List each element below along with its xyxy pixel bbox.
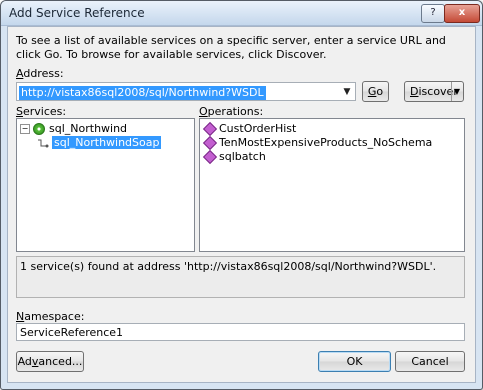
operations-label-text: perations: [207,105,264,118]
tree-item-label: sql_Northwind [49,122,128,135]
operation-label: CustOrderHist [219,122,297,135]
method-icon [202,149,218,165]
operations-label: Operations: [199,105,263,118]
method-icon [202,121,218,137]
operation-item[interactable]: sqlbatch [202,149,266,165]
advanced-button-label-b: anced... [38,355,83,368]
chevron-down-icon[interactable]: ▼ [340,84,354,100]
instructions-text: To see a list of available services on a… [16,34,446,61]
ok-button[interactable]: OK [318,351,391,372]
operation-label: TenMostExpensiveProducts_NoSchema [219,136,433,149]
title-bar[interactable]: Add Service Reference ? x [1,1,482,26]
address-label-text: ddress: [23,67,64,80]
address-input-value[interactable]: http://vistax86sql2008/sql/Northwind?WSD… [19,86,266,100]
services-label-accesskey: S [16,105,23,118]
status-text: 1 service(s) found at address 'http://vi… [20,260,437,273]
operations-list[interactable]: CustOrderHist TenMostExpensiveProducts_N… [199,118,465,252]
add-service-reference-dialog: Add Service Reference ? x To see a list … [0,0,483,390]
window-title: Add Service Reference [9,6,145,20]
operation-item[interactable]: CustOrderHist [202,121,297,137]
services-tree[interactable]: − sql_Northwind sql_NorthwindSoap [16,118,195,252]
status-panel: 1 service(s) found at address 'http://vi… [16,256,465,298]
advanced-button-label-a: Ad [17,355,32,368]
method-icon [202,135,218,151]
namespace-label: Namespace: [16,310,84,323]
namespace-label-accesskey: N [16,310,25,323]
services-label: Services: [16,105,66,118]
discover-button[interactable]: Discover ▼ [404,81,464,102]
tree-item-sql-northwind[interactable]: − sql_Northwind [20,122,127,136]
cancel-button[interactable]: Cancel [395,351,465,372]
namespace-label-text: amespace: [24,310,85,323]
service-icon [33,123,45,135]
discover-dropdown-icon[interactable]: ▼ [450,82,460,101]
operation-label: sqlbatch [219,150,266,163]
advanced-button[interactable]: Advanced... [16,351,84,372]
services-label-text: ervices: [22,105,67,118]
namespace-input-value[interactable]: ServiceReference1 [20,326,123,339]
tree-expander-icon[interactable]: − [20,124,30,134]
address-label: Address: [16,67,64,80]
endpoint-icon [37,138,49,148]
operation-item[interactable]: TenMostExpensiveProducts_NoSchema [202,135,433,151]
go-button-label: o [376,85,384,98]
address-combobox[interactable]: http://vistax86sql2008/sql/Northwind?WSD… [16,82,356,101]
tree-item-sql-northwindsoap[interactable]: sql_NorthwindSoap [37,136,162,150]
help-button[interactable]: ? [421,4,445,23]
namespace-input[interactable]: ServiceReference1 [16,323,465,341]
go-button[interactable]: Go [362,81,389,102]
dialog-client-area: To see a list of available services on a… [7,26,476,383]
tree-item-label: sql_NorthwindSoap [52,136,162,149]
close-button[interactable]: x [444,4,480,23]
operations-label-accesskey: O [199,105,208,118]
